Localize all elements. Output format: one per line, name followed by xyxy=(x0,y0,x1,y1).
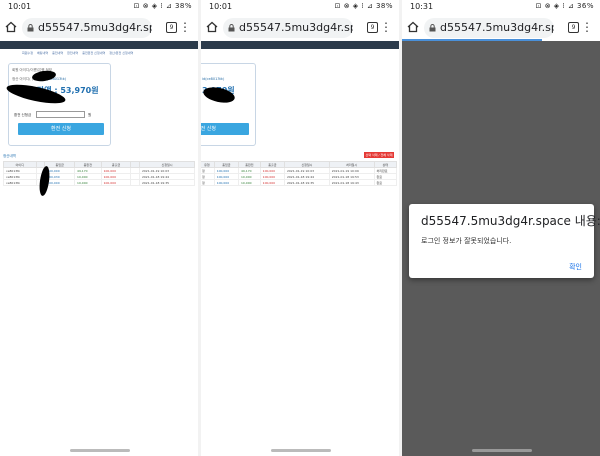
status-icons: ⊡ ⊗ ◈ ⁞ ⊿ 36% xyxy=(535,2,594,10)
dialog-title: d55547.5mu3dg4r.space 내용: xyxy=(421,214,600,228)
url-text: d55547.5mu3dg4r.space/_ac xyxy=(440,21,554,34)
status-bar: 10:01 ⊡ ⊗ ◈ ⁞ ⊿ 38% xyxy=(0,0,198,14)
table-cell: 100,000 xyxy=(213,179,240,186)
settlement-card: id(ce8013tk) 3,970원 환전 신청 xyxy=(201,63,256,146)
home-icon[interactable] xyxy=(5,21,17,33)
settlement-card: 회원 아이디/이름/은행 정보 정산 아이디( ) (ce8013tk) 정산금… xyxy=(8,63,111,146)
gesture-home-bar[interactable] xyxy=(70,449,130,452)
settlement-table: 아이디 총입금 총환전 총출금 신청일시 ce8013tk 100,000 49,170 10… xyxy=(3,161,196,186)
sub-nav-link[interactable]: 충전환전 신청내역 xyxy=(82,51,105,55)
screenshot-panel-3: 10:31 ⊡ ⊗ ◈ ⁞ ⊿ 36% d55547.5mu3dg4r.spac… xyxy=(402,0,600,456)
nav-item[interactable]: 회원수정 xyxy=(227,53,238,57)
dialog-message: 로그인 정보가 잘못되었습니다. xyxy=(421,237,512,245)
tab-switcher-button[interactable]: 9 xyxy=(568,22,579,33)
table-cell: 10,000 xyxy=(74,179,102,186)
nav-item[interactable]: 정산내역 xyxy=(266,53,277,57)
won-unit: 원 xyxy=(88,113,92,117)
table-cell: 100,000 xyxy=(44,179,76,186)
page-load-progress xyxy=(402,39,542,41)
table-cell: 2021-01-18 19:43 xyxy=(328,179,375,186)
nav-item[interactable]: 정산내역 xyxy=(309,53,320,57)
nav-item[interactable]: 회원관리 xyxy=(0,53,11,57)
site-sub-nav: 회원수정 배팅내역 충전내역 환전내역 충전환전 신청내역 정산/환전 신청내역 xyxy=(22,51,137,55)
nav-item[interactable]: 공지사항 xyxy=(341,53,352,57)
settlement-id: id(ce8013tk) xyxy=(202,77,225,81)
table-row: ce8013tk 100,000 10,000 100,000 2021-01-18 1… xyxy=(3,179,196,186)
status-time: 10:31 xyxy=(410,2,434,11)
lock-icon xyxy=(228,24,235,32)
nav-item[interactable]: 회원정보 xyxy=(214,53,225,57)
table-cell: 10,000 xyxy=(238,179,261,186)
more-menu-icon[interactable]: ⋮ xyxy=(179,20,191,34)
gesture-home-bar[interactable] xyxy=(472,449,532,452)
withdraw-amount-label: 환전 신청금 xyxy=(14,113,32,117)
site-nav-bar: 회원관리 충전/환전 충전내역 게임 관리 실시간/영상 실시간/영상 블랙 확인 정산내역… xyxy=(0,41,198,57)
table-cell: 완료 xyxy=(373,179,398,186)
home-icon[interactable] xyxy=(206,21,218,33)
delete-button[interactable]: 선택 삭제 / 전체 삭제 xyxy=(364,152,394,158)
url-text: d55547.5mu3dg4r.space/_vi xyxy=(239,21,353,34)
lock-icon xyxy=(27,24,34,32)
status-time: 10:01 xyxy=(8,2,32,11)
sub-nav-link[interactable]: 배팅내역 xyxy=(37,51,48,55)
table-cell: 2021-01-18 19:35 xyxy=(283,179,330,186)
nav-item[interactable]: 배팅내역 xyxy=(240,53,251,57)
table-cell: 2021-01-18 19:35 xyxy=(138,179,196,186)
status-bar: 10:31 ⊡ ⊗ ◈ ⁞ ⊿ 36% xyxy=(402,0,600,14)
card-line-2: 정산 아이디( ) xyxy=(12,77,34,81)
sub-nav-link[interactable]: 정산/환전 신청내역 xyxy=(109,51,133,55)
table-cell: ce8013tk xyxy=(3,179,37,186)
withdraw-amount-input[interactable] xyxy=(36,111,85,118)
table-cell: 100,000 xyxy=(259,179,285,186)
table-cell: 100,000 xyxy=(100,179,132,186)
tab-switcher-button[interactable]: 9 xyxy=(166,22,177,33)
browser-address-bar: d55547.5mu3dg4r.space/_vi 9 ⋮ xyxy=(0,16,198,40)
nav-item[interactable]: 로그아웃 xyxy=(201,53,212,57)
nav-item[interactable]: 실시간/영상 블랙 확인 xyxy=(279,53,307,57)
withdraw-request-button[interactable]: 환전 신청 xyxy=(18,123,104,135)
url-field[interactable]: d55547.5mu3dg4r.space/_vi xyxy=(22,18,152,38)
gesture-home-bar[interactable] xyxy=(271,449,331,452)
lock-icon xyxy=(429,24,436,32)
more-menu-icon[interactable]: ⋮ xyxy=(380,20,392,34)
settlement-table: 유형 총입금 총환전 총출금 신청일시 처리일시 상태 정 100,000 49,170 100,… xyxy=(201,161,398,186)
section-title: 정산내역 xyxy=(3,154,16,158)
tab-switcher-button[interactable]: 9 xyxy=(367,22,378,33)
sub-nav-link[interactable]: 환전내역 xyxy=(67,51,78,55)
browser-address-bar: d55547.5mu3dg4r.space/_vi 9 ⋮ xyxy=(201,16,399,40)
status-icons: ⊡ ⊗ ◈ ⁞ ⊿ 38% xyxy=(334,2,393,10)
url-text: d55547.5mu3dg4r.space/_vi xyxy=(38,21,152,34)
nav-item[interactable]: 충전내역 xyxy=(253,53,264,57)
table-row: 정 100,000 10,000 100,000 2021-01-18 19:35 202… xyxy=(201,179,398,186)
screenshot-panel-2: 10:01 ⊡ ⊗ ◈ ⁞ ⊿ 38% d55547.5mu3dg4r.spac… xyxy=(201,0,399,456)
alert-dialog: d55547.5mu3dg4r.space 내용: 로그인 정보가 잘못되었습니… xyxy=(409,204,600,278)
table-cell xyxy=(130,179,140,186)
withdraw-request-button[interactable]: 환전 신청 xyxy=(201,123,249,135)
browser-address-bar: d55547.5mu3dg4r.space/_ac 9 ⋮ xyxy=(402,16,600,40)
url-field[interactable]: d55547.5mu3dg4r.space/_ac xyxy=(424,18,554,38)
home-icon[interactable] xyxy=(407,21,419,33)
screenshot-panel-1: 10:01 ⊡ ⊗ ◈ ⁞ ⊿ 38% d55547.5mu3dg4r.spac… xyxy=(0,0,198,456)
site-nav-bar: 로그아웃 회원정보 회원수정 배팅내역 충전내역 정산내역 실시간/영상 블랙 확인 정산내역… xyxy=(201,41,399,57)
table-cell: 정 xyxy=(201,179,215,186)
more-menu-icon[interactable]: ⋮ xyxy=(581,20,593,34)
status-icons: ⊡ ⊗ ◈ ⁞ ⊿ 38% xyxy=(133,2,192,10)
nav-item[interactable]: 로그아웃 xyxy=(145,53,156,57)
nav-item[interactable]: 충전환전내역 xyxy=(322,53,339,57)
url-field[interactable]: d55547.5mu3dg4r.space/_vi xyxy=(223,18,353,38)
dialog-ok-button[interactable]: 확인 xyxy=(569,262,582,272)
sub-nav-link[interactable]: 충전내역 xyxy=(52,51,63,55)
sub-nav-link[interactable]: 회원수정 xyxy=(22,51,33,55)
status-bar: 10:01 ⊡ ⊗ ◈ ⁞ ⊿ 38% xyxy=(201,0,399,14)
status-time: 10:01 xyxy=(209,2,233,11)
